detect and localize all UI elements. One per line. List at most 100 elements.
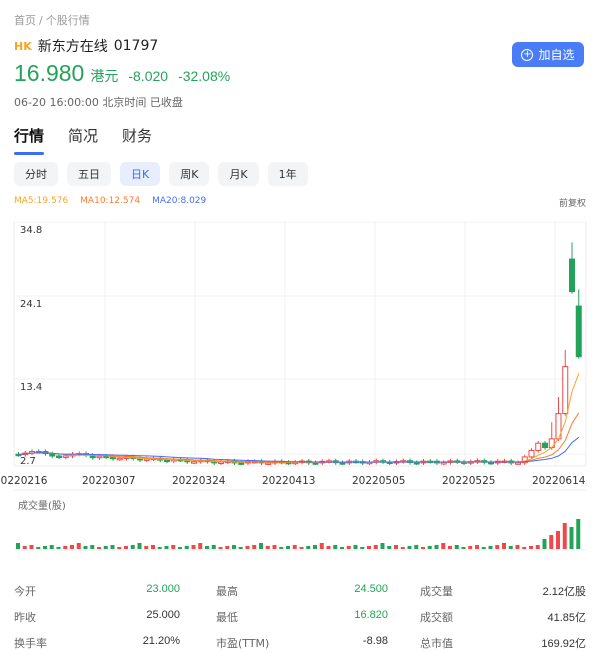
stat-volume: 成交量 2.12亿股 [420, 583, 586, 599]
volume-bar [22, 546, 27, 549]
stat-turnover-amount: 成交额 41.85亿 [420, 609, 586, 625]
tab-finance[interactable]: 财务 [122, 125, 152, 151]
price-change: -8.020 [128, 68, 169, 84]
kline-svg[interactable]: 34.8 24.1 13.4 2.7 20220216 20220307 202… [0, 214, 600, 554]
volume-bar [137, 543, 142, 549]
candle-body [528, 449, 535, 458]
volume-bar [481, 547, 486, 549]
stat-label: 昨收 [14, 611, 36, 624]
volume-bar [29, 545, 34, 549]
stock-header: HK 新东方在线 01797 [14, 36, 158, 56]
volume-bar [70, 545, 74, 549]
volume-bar [232, 545, 236, 549]
stock-name: 新东方在线 [37, 39, 108, 55]
period-5day[interactable]: 五日 [67, 162, 111, 186]
stat-label: 最高 [216, 585, 238, 598]
stat-label: 今开 [14, 585, 36, 598]
breadcrumb-separator: / [39, 14, 43, 27]
volume-bar [535, 545, 540, 549]
ma10-value: MA10:12.574 [80, 196, 141, 206]
plot-frame [13, 221, 587, 467]
volume-bar [502, 543, 506, 549]
volume-bar [468, 546, 473, 549]
volume-bar [319, 543, 324, 549]
volume-bar [292, 545, 297, 549]
stat-value: 41.85亿 [547, 612, 586, 624]
volume-bar [333, 545, 338, 549]
volume-bar [130, 545, 135, 549]
stat-value: 25.000 [146, 609, 180, 621]
stat-label: 成交额 [420, 611, 453, 624]
price-change-percent: -32.08% [178, 68, 231, 84]
stock-code: 01797 [113, 38, 159, 54]
stat-low: 最低 16.820 [216, 609, 388, 625]
candle-body [191, 461, 197, 464]
main-tabs: 行情 简况 财务 [14, 125, 176, 155]
tab-quote[interactable]: 行情 [14, 125, 45, 155]
volume-bar [211, 545, 216, 549]
breadcrumb-home[interactable]: 首页 [14, 14, 36, 27]
volume-bar [562, 523, 567, 549]
market-badge: HK [14, 39, 32, 53]
adjust-mode[interactable]: 前复权 [559, 196, 586, 209]
x-tick-label: 20220525 [442, 475, 495, 487]
quote-stats: 今开 23.000 最高 24.500 成交量 2.12亿股 昨收 25.000 最低 1… [14, 578, 586, 652]
candle-body [562, 366, 569, 415]
period-1year[interactable]: 1年 [267, 162, 308, 186]
volume-bar [103, 546, 108, 549]
volume-bar [110, 545, 115, 549]
volume-label: 成交量(股) [18, 499, 66, 512]
volume-bar [313, 545, 317, 549]
volume-bar [529, 546, 533, 549]
volume-bar [340, 547, 344, 549]
add-watchlist-button[interactable]: + 加自选 [512, 42, 584, 67]
x-tick-label: 20220307 [82, 475, 135, 487]
volume-bar [515, 545, 520, 549]
volume-bar [427, 546, 432, 549]
volume-bar [407, 546, 412, 549]
volume-bar [205, 546, 209, 549]
volume-bar [272, 545, 277, 549]
x-tick-label: 20220413 [262, 475, 315, 487]
plus-circle-icon: + [521, 48, 534, 61]
stat-value: 21.20% [142, 635, 180, 647]
candle-body [238, 462, 245, 465]
volume-bar [299, 547, 304, 549]
volume-bar [353, 545, 358, 549]
stats-row: 今开 23.000 最高 24.500 成交量 2.12亿股 [14, 578, 586, 604]
volume-bar [549, 535, 554, 549]
volume-bar [346, 546, 351, 549]
volume-bar [178, 547, 182, 549]
volume-bar [522, 547, 527, 549]
add-watchlist-label: 加自选 [538, 48, 575, 62]
volume-bar [508, 546, 513, 549]
volume-bar [83, 546, 88, 549]
volume-bar [245, 546, 250, 549]
ma20-value: MA20:8.029 [152, 196, 207, 206]
kline-chart[interactable]: 34.8 24.1 13.4 2.7 20220216 20220307 202… [0, 214, 600, 554]
period-weekly-k[interactable]: 周K [169, 162, 210, 186]
ma-legend: MA5:19.576 MA10:12.574 MA20:8.029 前复权 [14, 196, 586, 209]
candle-body [339, 462, 346, 465]
volume-bar [238, 547, 243, 549]
chart-grid [13, 221, 587, 551]
y-tick-label: 24.1 [20, 299, 42, 310]
candle-body [569, 258, 575, 293]
period-daily-k[interactable]: 日K [120, 162, 161, 186]
period-monthly-k[interactable]: 月K [218, 162, 259, 186]
candle-body [143, 458, 150, 461]
period-intraday[interactable]: 分时 [14, 162, 58, 186]
volume-bar [400, 547, 405, 549]
volume-bar [157, 547, 162, 549]
volume-bar [76, 543, 81, 549]
stat-label: 换手率 [14, 637, 47, 650]
volume-bar [380, 543, 385, 549]
stat-prev-close: 昨收 25.000 [14, 609, 180, 625]
tab-profile[interactable]: 简况 [68, 125, 98, 151]
candle-body [116, 457, 123, 461]
period-selector: 分时 五日 日K 周K 月K 1年 [14, 162, 317, 186]
volume-bar [56, 547, 61, 549]
volume-bar [569, 527, 574, 549]
volume-bar [184, 546, 189, 549]
volume-bar [151, 545, 155, 549]
